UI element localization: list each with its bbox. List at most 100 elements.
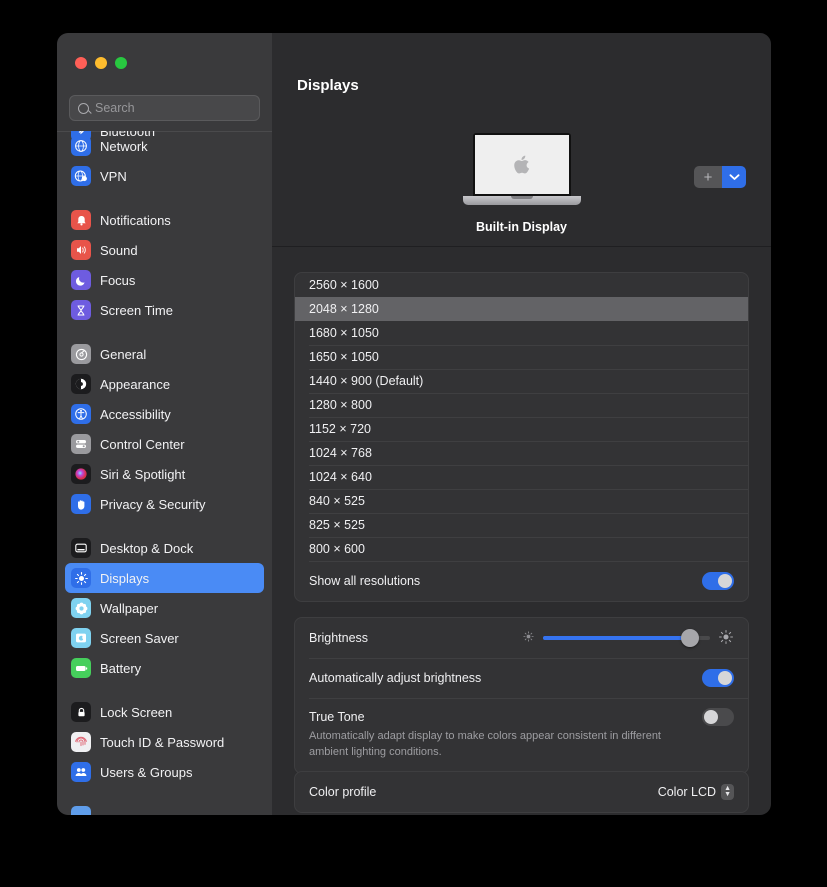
sidebar-item-displays[interactable]: Displays bbox=[65, 563, 264, 593]
macbook-base bbox=[462, 196, 581, 205]
sidebar-item-battery[interactable]: Battery bbox=[65, 653, 264, 683]
resolution-row[interactable]: 1440 × 900 (Default) bbox=[295, 369, 748, 393]
brightness-slider-group[interactable] bbox=[522, 629, 734, 648]
resolution-row[interactable]: 1650 × 1050 bbox=[295, 345, 748, 369]
sidebar-item-label: Wallpaper bbox=[100, 600, 159, 616]
resolution-row[interactable]: 840 × 525 bbox=[295, 489, 748, 513]
auto-brightness-row[interactable]: Automatically adjust brightness bbox=[295, 658, 748, 698]
content-pane: Displays Built-in Display + 2560 × 1600 … bbox=[272, 33, 771, 815]
resolution-label: 1650 × 1050 bbox=[309, 350, 379, 364]
resolution-row[interactable]: 1152 × 720 bbox=[295, 417, 748, 441]
sidebar-item-sound[interactable]: Sound bbox=[65, 235, 264, 265]
resolutions-list[interactable]: 2560 × 1600 2048 × 1280 1680 × 1050 1650… bbox=[295, 273, 748, 561]
search-input[interactable] bbox=[95, 101, 251, 115]
sidebar-item-label: Bluetooth bbox=[100, 131, 155, 139]
resolution-row[interactable]: 800 × 600 bbox=[295, 537, 748, 561]
sidebar-item-label: Screen Time bbox=[100, 302, 173, 318]
macbook-icon[interactable] bbox=[462, 133, 581, 205]
sidebar-item-screen-saver[interactable]: Screen Saver bbox=[65, 623, 264, 653]
contrast-circle-icon bbox=[71, 374, 91, 394]
window-titlebar bbox=[57, 33, 272, 95]
sidebar-item-desktop-dock[interactable]: Desktop & Dock bbox=[65, 533, 264, 563]
show-all-resolutions-toggle[interactable] bbox=[702, 572, 734, 590]
resolution-label: 800 × 600 bbox=[309, 542, 365, 556]
traffic-lights bbox=[75, 57, 127, 69]
resolution-row-selected[interactable]: 2048 × 1280 bbox=[295, 297, 748, 321]
resolution-row[interactable]: 2560 × 1600 bbox=[295, 273, 748, 297]
sidebar-item-siri-spotlight[interactable]: Siri & Spotlight bbox=[65, 459, 264, 489]
sidebar-item-label: Touch ID & Password bbox=[100, 734, 225, 750]
show-all-resolutions-row[interactable]: Show all resolutions bbox=[295, 561, 748, 601]
sidebar-item-label: Accessibility bbox=[100, 406, 171, 422]
color-profile-panel: Color profile Color LCD ▲ ▼ bbox=[294, 771, 749, 813]
sidebar-item-label: Sound bbox=[100, 242, 138, 258]
hourglass-icon bbox=[71, 300, 91, 320]
color-profile-row[interactable]: Color profile Color LCD ▲ ▼ bbox=[295, 772, 748, 812]
battery-icon bbox=[71, 658, 91, 678]
sidebar-item-clipped-bottom[interactable] bbox=[65, 801, 264, 815]
search-box[interactable] bbox=[69, 95, 260, 121]
color-profile-value: Color LCD bbox=[657, 785, 717, 799]
sidebar-item-privacy-security[interactable]: Privacy & Security bbox=[65, 489, 264, 519]
sidebar-item-label: Users & Groups bbox=[100, 764, 193, 780]
flower-icon bbox=[71, 598, 91, 618]
sidebar-item-touch-id[interactable]: Touch ID & Password bbox=[65, 727, 264, 757]
search-icon bbox=[78, 102, 89, 114]
resolution-row[interactable]: 1024 × 640 bbox=[295, 465, 748, 489]
brightness-low-icon bbox=[522, 630, 535, 646]
sidebar-items: Network VPN Notifications Sound Focus Sc… bbox=[57, 131, 272, 793]
sidebar-item-control-center[interactable]: Control Center bbox=[65, 429, 264, 459]
bell-icon bbox=[71, 210, 91, 230]
auto-brightness-label: Automatically adjust brightness bbox=[309, 671, 482, 685]
zoom-button[interactable] bbox=[115, 57, 127, 69]
sidebar-item-label: Lock Screen bbox=[100, 704, 173, 720]
desktop-dock-icon bbox=[71, 538, 91, 558]
sidebar-item-label: VPN bbox=[100, 168, 127, 184]
sidebar-item-label: Displays bbox=[100, 570, 150, 586]
brightness-row: Brightness bbox=[295, 618, 748, 658]
sidebar-item-lock-screen[interactable]: Lock Screen bbox=[65, 697, 264, 727]
sidebar-item-wallpaper[interactable]: Wallpaper bbox=[65, 593, 264, 623]
brightness-high-icon bbox=[718, 629, 734, 648]
add-display-button[interactable]: + bbox=[694, 166, 722, 188]
sidebar-item-users-groups[interactable]: Users & Groups bbox=[65, 757, 264, 787]
resolution-label: 2048 × 1280 bbox=[309, 302, 379, 316]
apple-logo-icon bbox=[514, 155, 530, 173]
sidebar-item-focus[interactable]: Focus bbox=[65, 265, 264, 295]
sidebar-item-label: Battery bbox=[100, 660, 142, 676]
close-button[interactable] bbox=[75, 57, 87, 69]
sidebar-item-accessibility[interactable]: Accessibility bbox=[65, 399, 264, 429]
vpn-globe-icon bbox=[71, 166, 91, 186]
up-down-chevron-icon[interactable]: ▲ ▼ bbox=[721, 784, 734, 800]
resolution-label: 825 × 525 bbox=[309, 518, 365, 532]
auto-brightness-toggle[interactable] bbox=[702, 669, 734, 687]
true-tone-toggle[interactable] bbox=[702, 708, 734, 726]
color-profile-label: Color profile bbox=[309, 785, 377, 799]
sidebar-item-label: Desktop & Dock bbox=[100, 540, 194, 556]
sidebar-item-appearance[interactable]: Appearance bbox=[65, 369, 264, 399]
brightness-slider-knob bbox=[680, 629, 699, 647]
chevron-down-icon[interactable] bbox=[722, 166, 746, 188]
gear-icon bbox=[71, 344, 91, 364]
sidebar-item-general[interactable]: General bbox=[65, 339, 264, 369]
brightness-slider-track[interactable] bbox=[543, 629, 710, 647]
resolution-row[interactable]: 1280 × 800 bbox=[295, 393, 748, 417]
resolution-row[interactable]: 825 × 525 bbox=[295, 513, 748, 537]
sidebar-item-label: Focus bbox=[100, 272, 136, 288]
minimize-button[interactable] bbox=[95, 57, 107, 69]
resolution-label: 1024 × 768 bbox=[309, 446, 372, 460]
sidebar-item-notifications[interactable]: Notifications bbox=[65, 205, 264, 235]
resolution-row[interactable]: 1024 × 768 bbox=[295, 441, 748, 465]
sidebar-nav-scroll[interactable]: Bluetooth Network VPN Notifications Soun… bbox=[57, 131, 272, 815]
sidebar-item-vpn[interactable]: VPN bbox=[65, 161, 264, 191]
resolution-row[interactable]: 1680 × 1050 bbox=[295, 321, 748, 345]
add-display-button-group[interactable]: + bbox=[694, 166, 746, 188]
macbook-wallpaper bbox=[474, 135, 569, 194]
true-tone-row[interactable]: True Tone Automatically adapt display to… bbox=[295, 698, 748, 773]
sidebar-item-bluetooth[interactable]: Bluetooth bbox=[65, 131, 264, 146]
sidebar-item-screen-time[interactable]: Screen Time bbox=[65, 295, 264, 325]
brightness-panel: Brightness Automatically adjust brightne… bbox=[294, 617, 749, 774]
